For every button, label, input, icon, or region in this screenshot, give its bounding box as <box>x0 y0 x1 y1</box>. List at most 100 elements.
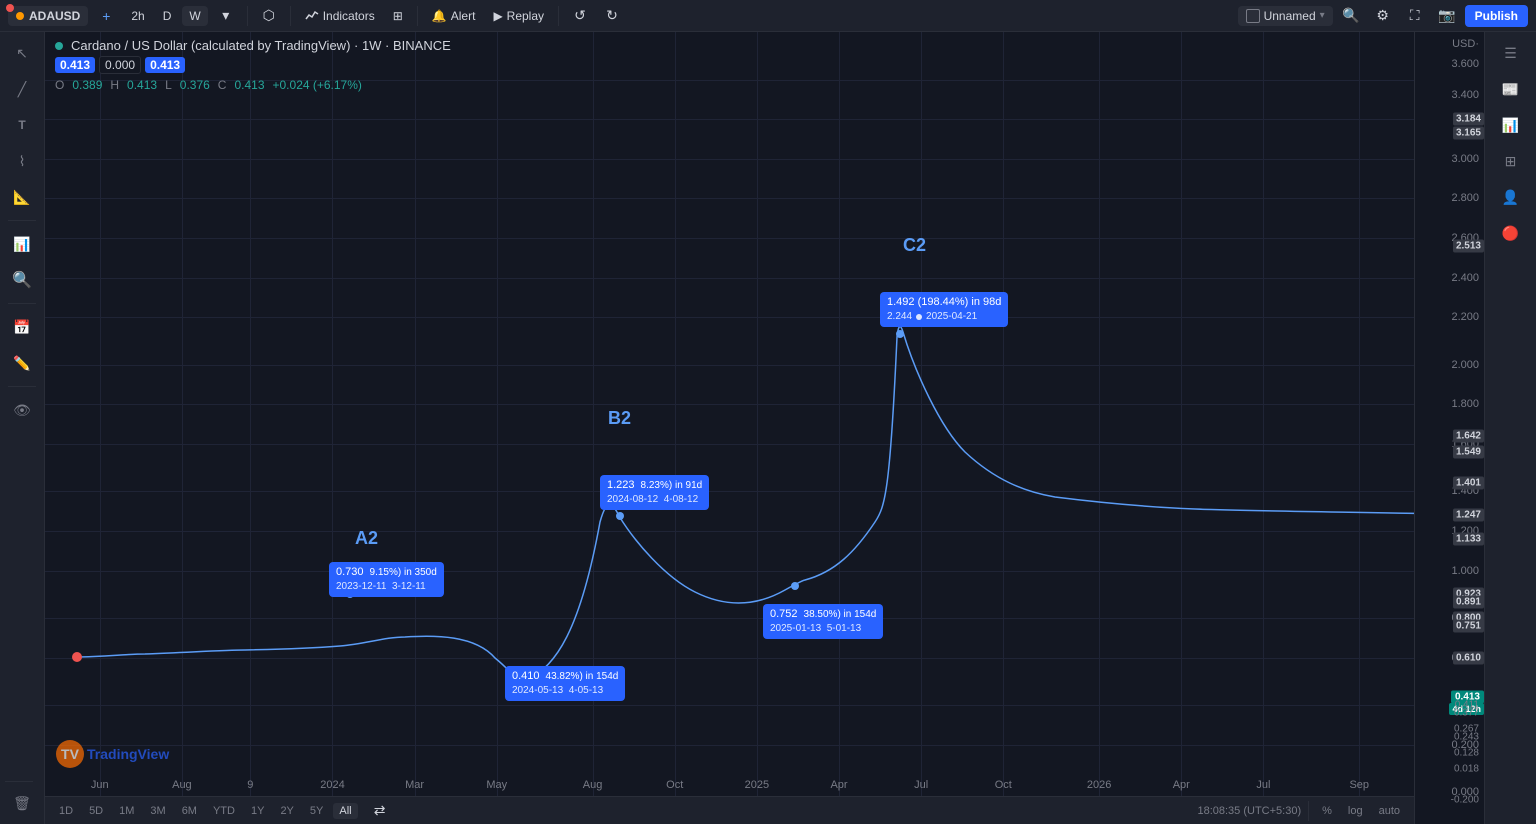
ann-box-1: 0.730 9.15%) in 350d 2023-12-11 3-12-11 <box>329 562 444 597</box>
auto-zoom-btn[interactable]: auto <box>1373 803 1406 819</box>
price-3600: 3.600 <box>1451 58 1479 70</box>
chart-wrapper: Cardano / US Dollar (calculated by Tradi… <box>45 32 1484 824</box>
rs-news-btn[interactable]: 📰 <box>1494 72 1528 106</box>
tf-w-button[interactable]: W <box>182 6 207 26</box>
dot-c2-low <box>791 582 799 590</box>
time-2024: 2024 <box>320 779 344 791</box>
tf-2h-button[interactable]: 2h <box>124 6 151 26</box>
ann-box-2: 0.410 43.82%) in 154d 2024-05-13 4-05-13 <box>505 666 625 701</box>
tf-d-button[interactable]: D <box>156 6 179 26</box>
logo-text: TradingView <box>87 746 169 762</box>
settings-button[interactable]: ⚙ <box>1369 2 1397 30</box>
cursor-tool[interactable]: ↖ <box>5 36 39 70</box>
draw-line-tool[interactable]: ╱ <box>5 72 39 106</box>
price-1800: 1.800 <box>1451 398 1479 410</box>
chart-header: Cardano / US Dollar (calculated by Tradi… <box>45 32 1414 98</box>
zoom-btn[interactable]: 🔍 <box>5 263 39 297</box>
svg-text:TV: TV <box>61 746 80 762</box>
ann2-pct: 43.82%) in 154d <box>546 670 619 684</box>
symbol-selector[interactable]: ADAUSD <box>8 6 88 26</box>
add-symbol-button[interactable]: + <box>92 2 120 30</box>
pct-mode-btn[interactable]: % <box>1316 803 1338 819</box>
time-apr: Apr <box>830 779 847 791</box>
symbol-label: ADAUSD <box>29 9 80 23</box>
ann3-dates: 2024-08-12 4-08-12 <box>607 493 702 507</box>
price-2000: 2.000 <box>1451 359 1479 371</box>
tf-2y-btn[interactable]: 2Y <box>274 803 299 819</box>
price-3184: 3.184 <box>1453 113 1484 126</box>
time-jul: Jul <box>914 779 928 791</box>
side-sep2 <box>8 303 36 304</box>
ann-box-4: 0.752 38.50%) in 154d 2025-01-13 5-01-13 <box>763 604 883 639</box>
tf-1d-btn[interactable]: 1D <box>53 803 79 819</box>
pattern-tool[interactable]: ⌇ <box>5 144 39 178</box>
calendar-btn[interactable]: 📅 <box>5 310 39 344</box>
time-axis: Jun Aug 9 2024 Mar May Aug Oct 2025 Apr … <box>45 774 1414 796</box>
indicators-panel[interactable]: 📊 <box>5 227 39 261</box>
tf-dropdown-button[interactable]: ▾ <box>212 2 240 30</box>
rs-chart-btn[interactable]: 📊 <box>1494 108 1528 142</box>
live-dot <box>55 42 63 50</box>
time-aug2: Aug <box>583 779 603 791</box>
fullscreen-button[interactable]: ⛶ <box>1401 2 1429 30</box>
dot-c2-peak <box>896 330 904 338</box>
tf-5y-btn[interactable]: 5Y <box>304 803 329 819</box>
rs-plus-btn[interactable]: ⊞ <box>1494 144 1528 178</box>
compare-icon[interactable]: ⇄ <box>366 797 394 824</box>
tf-5d-btn[interactable]: 5D <box>83 803 109 819</box>
price-0891: 0.891 <box>1453 596 1484 609</box>
price-label-change: 0.000 <box>99 56 141 74</box>
rs-alert-btn[interactable]: 🔴 <box>1494 216 1528 250</box>
price-3165: 3.165 <box>1453 127 1484 140</box>
tf-all-btn[interactable]: All <box>333 803 357 819</box>
price-1133: 1.133 <box>1453 532 1484 545</box>
price-label-main: 0.413 <box>55 57 95 73</box>
price-2800: 2.800 <box>1451 192 1479 204</box>
snapshot-button[interactable]: 📷 <box>1433 2 1461 30</box>
measure-tool[interactable]: 📐 <box>5 180 39 214</box>
templates-button[interactable]: ⊞ <box>386 6 410 26</box>
logo-svg: TV <box>55 739 85 769</box>
ann3-pct: 8.23%) in 91d <box>641 479 703 493</box>
chart-title: Cardano / US Dollar (calculated by Tradi… <box>55 38 1404 53</box>
price-labels-top: 0.413 0.000 0.413 <box>55 56 1404 74</box>
more-tools[interactable]: 👁 <box>5 393 39 427</box>
tf-3m-btn[interactable]: 3M <box>144 803 171 819</box>
sep4 <box>558 6 559 26</box>
time-aug: Aug <box>172 779 192 791</box>
chart-area[interactable]: Cardano / US Dollar (calculated by Tradi… <box>45 32 1414 824</box>
rs-watch-btn[interactable]: ☰ <box>1494 36 1528 70</box>
price-3000: 3.000 <box>1451 153 1479 165</box>
time-9: 9 <box>247 779 253 791</box>
redo-button[interactable]: ↻ <box>598 2 626 30</box>
ann1-val: 0.730 <box>336 565 364 580</box>
alert-button[interactable]: 🔔 Alert <box>425 6 483 26</box>
price-1000: 1.000 <box>1451 565 1479 577</box>
tf-6m-btn[interactable]: 6M <box>176 803 203 819</box>
bot-sep1 <box>1308 801 1309 821</box>
indicators-button[interactable]: Indicators <box>298 6 382 26</box>
tf-ytd-btn[interactable]: YTD <box>207 803 241 819</box>
label-b2: B2 <box>608 408 631 429</box>
sep1 <box>247 6 248 26</box>
price-1401: 1.401 <box>1453 477 1484 490</box>
price-0128: 0.128 <box>1454 747 1479 758</box>
undo-button[interactable]: ↺ <box>566 2 594 30</box>
publish-button[interactable]: Publish <box>1465 5 1528 27</box>
search-button[interactable]: 🔍 <box>1337 2 1365 30</box>
drawing-tools[interactable]: ✏️ <box>5 346 39 380</box>
replay-button[interactable]: ▶ Replay <box>486 6 551 26</box>
text-tool[interactable]: T <box>5 108 39 142</box>
trash-btn[interactable]: 🗑 <box>5 786 39 820</box>
tf-1m-btn[interactable]: 1M <box>113 803 140 819</box>
log-mode-btn[interactable]: log <box>1342 803 1369 819</box>
unnamed-dropdown[interactable]: Unnamed ▾ <box>1238 6 1333 26</box>
time-may: May <box>486 779 507 791</box>
rs-person-btn[interactable]: 👤 <box>1494 180 1528 214</box>
side-sep3 <box>8 386 36 387</box>
sep3 <box>417 6 418 26</box>
tf-1y-btn[interactable]: 1Y <box>245 803 270 819</box>
chart-type-button[interactable]: ⬡ <box>255 2 283 30</box>
bottom-bar: 1D 5D 1M 3M 6M YTD 1Y 2Y 5Y All ⇄ 18:08:… <box>45 796 1414 824</box>
ann4-dates: 2025-01-13 5-01-13 <box>770 622 876 636</box>
